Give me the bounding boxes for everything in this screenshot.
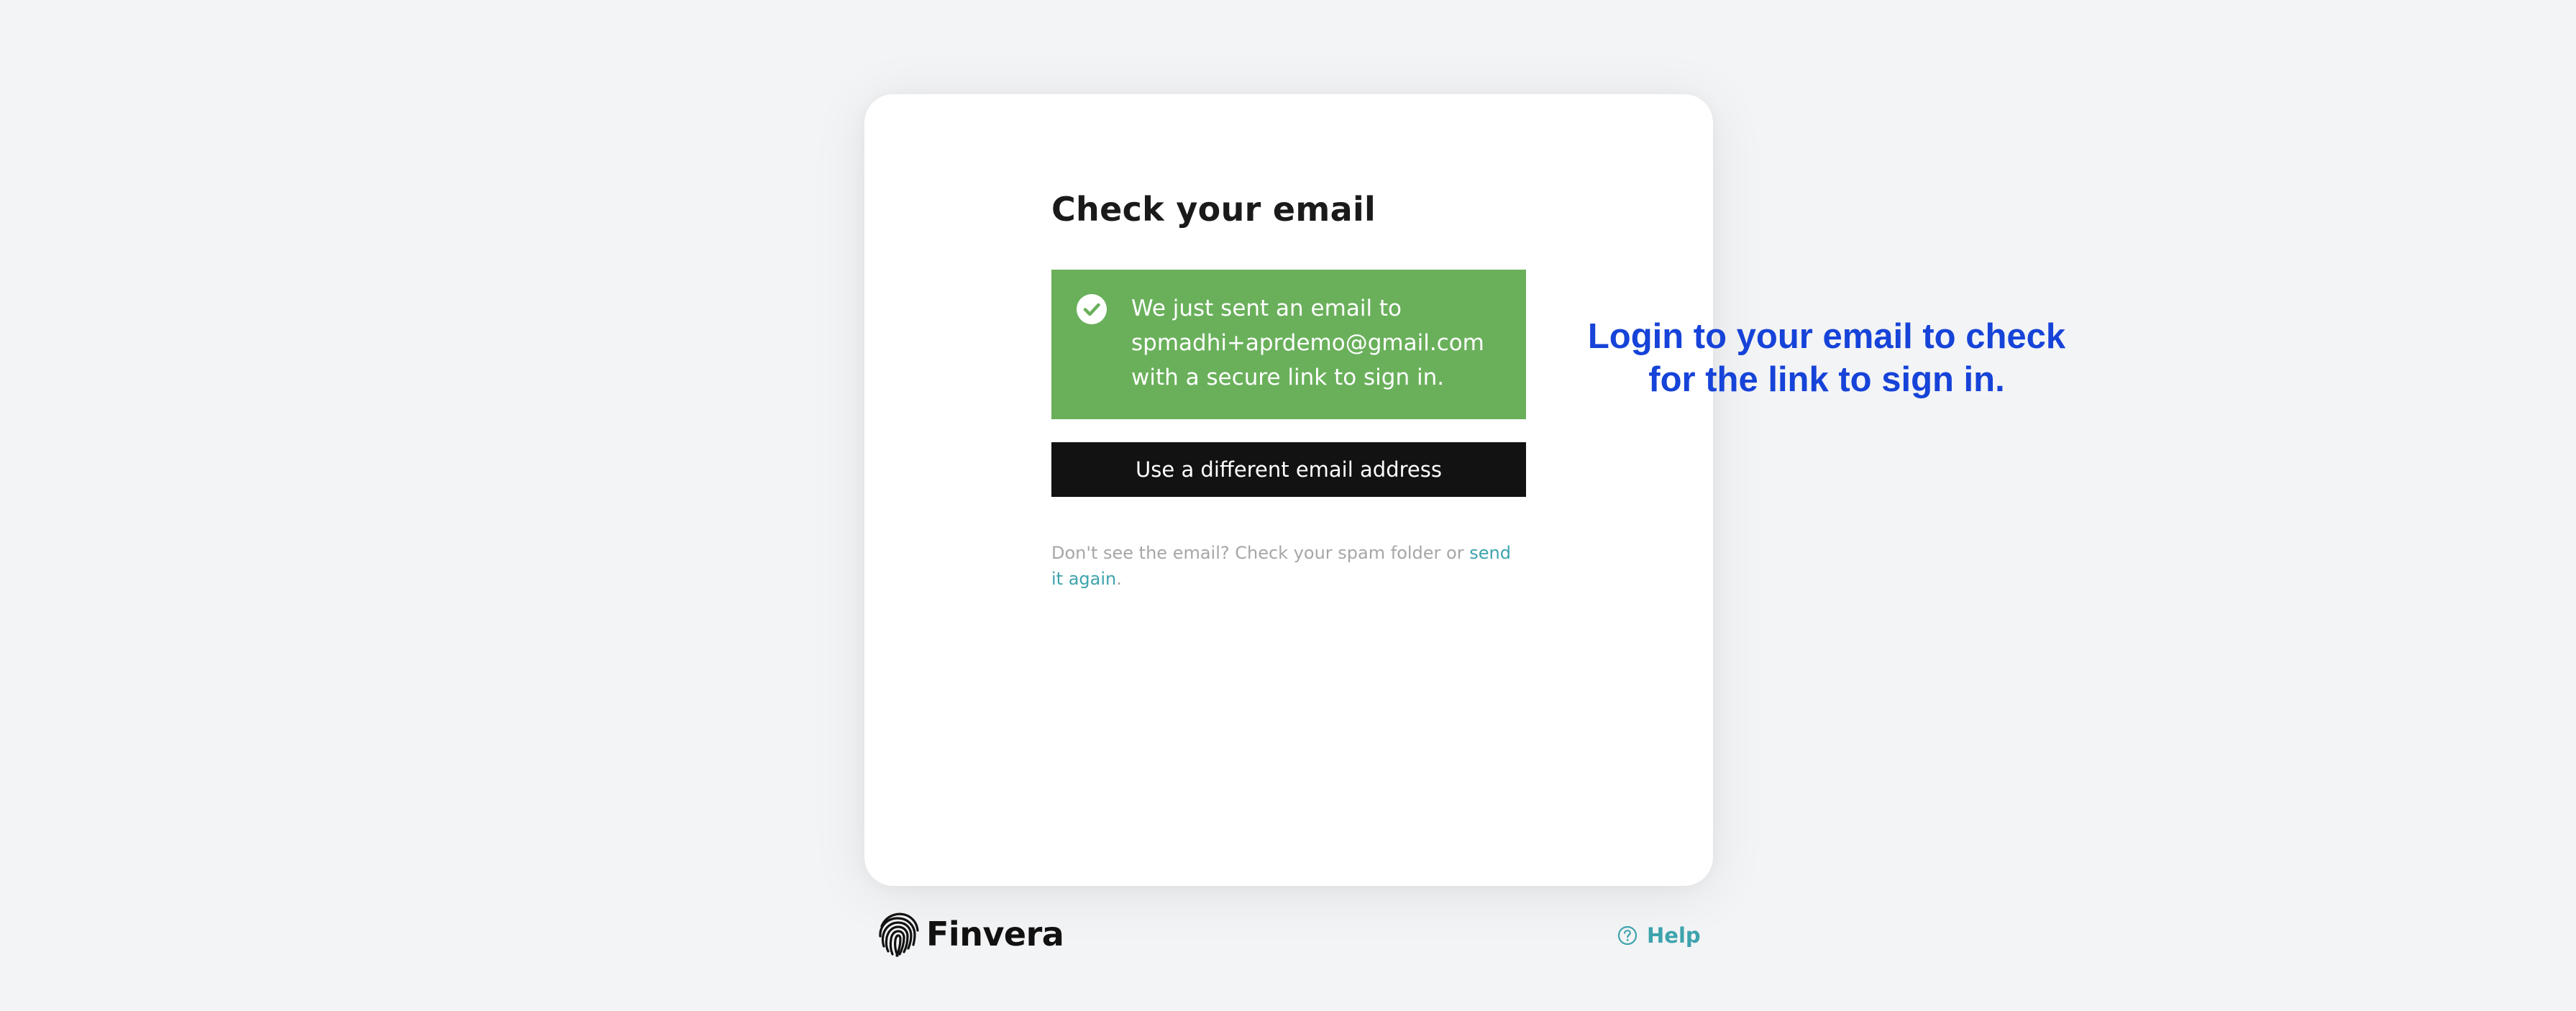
fingerprint-icon bbox=[879, 912, 919, 957]
use-different-email-button[interactable]: Use a different email address bbox=[1051, 442, 1526, 497]
brand-name: Finvera bbox=[926, 915, 1064, 953]
annotation-line-1: Login to your email to check bbox=[1587, 317, 2066, 356]
page-title: Check your email bbox=[1051, 190, 1376, 229]
success-alert: We just sent an email to spmadhi+aprdemo… bbox=[1051, 270, 1526, 419]
alert-text-email: spmadhi+aprdemo@gmail.com bbox=[1131, 330, 1484, 356]
alert-text-line-3: with a secure link to sign in. bbox=[1131, 365, 1445, 390]
help-link[interactable]: Help bbox=[1617, 919, 1701, 952]
help-label: Help bbox=[1647, 923, 1701, 948]
resend-hint-text: Don't see the email? Check your spam fol… bbox=[1051, 543, 1470, 563]
card-content: Check your email We just sent an email t… bbox=[1051, 180, 1526, 592]
instruction-annotation: Login to your email to check for the lin… bbox=[1553, 315, 2100, 401]
resend-hint: Don't see the email? Check your spam fol… bbox=[1051, 540, 1526, 592]
alert-text-line-1: We just sent an email to bbox=[1131, 296, 1402, 321]
annotation-line-2: for the link to sign in. bbox=[1648, 360, 2005, 399]
question-circle-icon bbox=[1617, 925, 1638, 946]
resend-hint-end: . bbox=[1116, 569, 1122, 589]
signin-card: Check your email We just sent an email t… bbox=[864, 94, 1713, 886]
finvera-logo: Finvera bbox=[877, 909, 1064, 959]
check-circle-icon bbox=[1077, 294, 1107, 324]
